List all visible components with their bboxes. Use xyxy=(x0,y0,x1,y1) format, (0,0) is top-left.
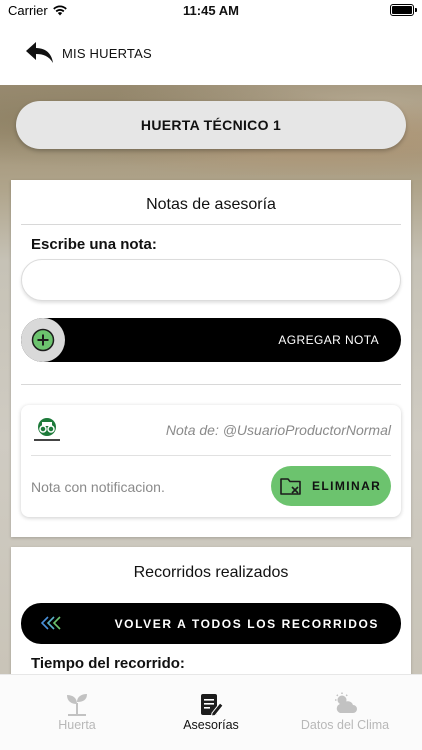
author-avatar xyxy=(34,418,60,441)
add-note-button[interactable]: AGREGAR NOTA xyxy=(21,318,401,362)
divider xyxy=(31,455,391,456)
delete-folder-icon xyxy=(280,478,301,495)
tab-label: Asesorías xyxy=(183,718,239,732)
status-bar: Carrier 11:45 AM xyxy=(0,0,422,22)
routes-section-title: Recorridos realizados xyxy=(133,564,289,581)
note-input-label: Escribe una nota: xyxy=(31,236,157,253)
note-author: Nota de: @UsuarioProductorNormal xyxy=(165,422,391,438)
divider xyxy=(21,224,401,225)
plus-circle-icon xyxy=(31,328,55,352)
back-arrow-icon[interactable] xyxy=(24,40,56,66)
delete-note-label: ELIMINAR xyxy=(312,479,382,493)
weather-icon xyxy=(335,692,357,713)
note-input[interactable] xyxy=(21,259,401,301)
nav-header: MIS HUERTAS xyxy=(0,22,422,85)
double-chevron-left-icon xyxy=(41,616,61,630)
garden-name-button[interactable]: HUERTA TÉCNICO 1 xyxy=(16,101,406,149)
route-time-label: Tiempo del recorrido: xyxy=(31,655,185,672)
nav-title: MIS HUERTAS xyxy=(62,46,152,61)
tab-label: Datos del Clima xyxy=(300,718,390,732)
add-icon-container xyxy=(21,318,65,362)
notes-edit-icon xyxy=(201,694,224,717)
add-note-label: AGREGAR NOTA xyxy=(278,333,379,347)
tab-asesorias[interactable]: Asesorías xyxy=(141,675,281,741)
tab-bar: Huerta Asesorías Datos del Clima xyxy=(0,674,422,750)
tab-datos-del-clima[interactable]: Datos del Clima xyxy=(275,675,415,741)
routes-card: Recorridos realizados VOLVER A TODOS LOS… xyxy=(11,547,411,687)
status-time: 11:45 AM xyxy=(183,3,239,18)
back-to-routes-label: VOLVER A TODOS LOS RECORRIDOS xyxy=(114,617,379,631)
notes-card: Notas de asesoría Escribe una nota: AGRE… xyxy=(11,180,411,537)
delete-note-button[interactable]: ELIMINAR xyxy=(271,466,391,506)
note-item: Nota de: @UsuarioProductorNormal Nota co… xyxy=(21,405,401,517)
notes-section-title: Notas de asesoría xyxy=(146,196,276,213)
tab-label: Huerta xyxy=(58,718,96,732)
sprout-icon xyxy=(67,694,87,716)
divider xyxy=(21,384,401,385)
note-text: Nota con notificacion. xyxy=(31,479,165,495)
back-to-routes-button[interactable]: VOLVER A TODOS LOS RECORRIDOS xyxy=(21,603,401,644)
tab-huerta[interactable]: Huerta xyxy=(7,675,147,741)
battery-icon xyxy=(390,4,417,16)
